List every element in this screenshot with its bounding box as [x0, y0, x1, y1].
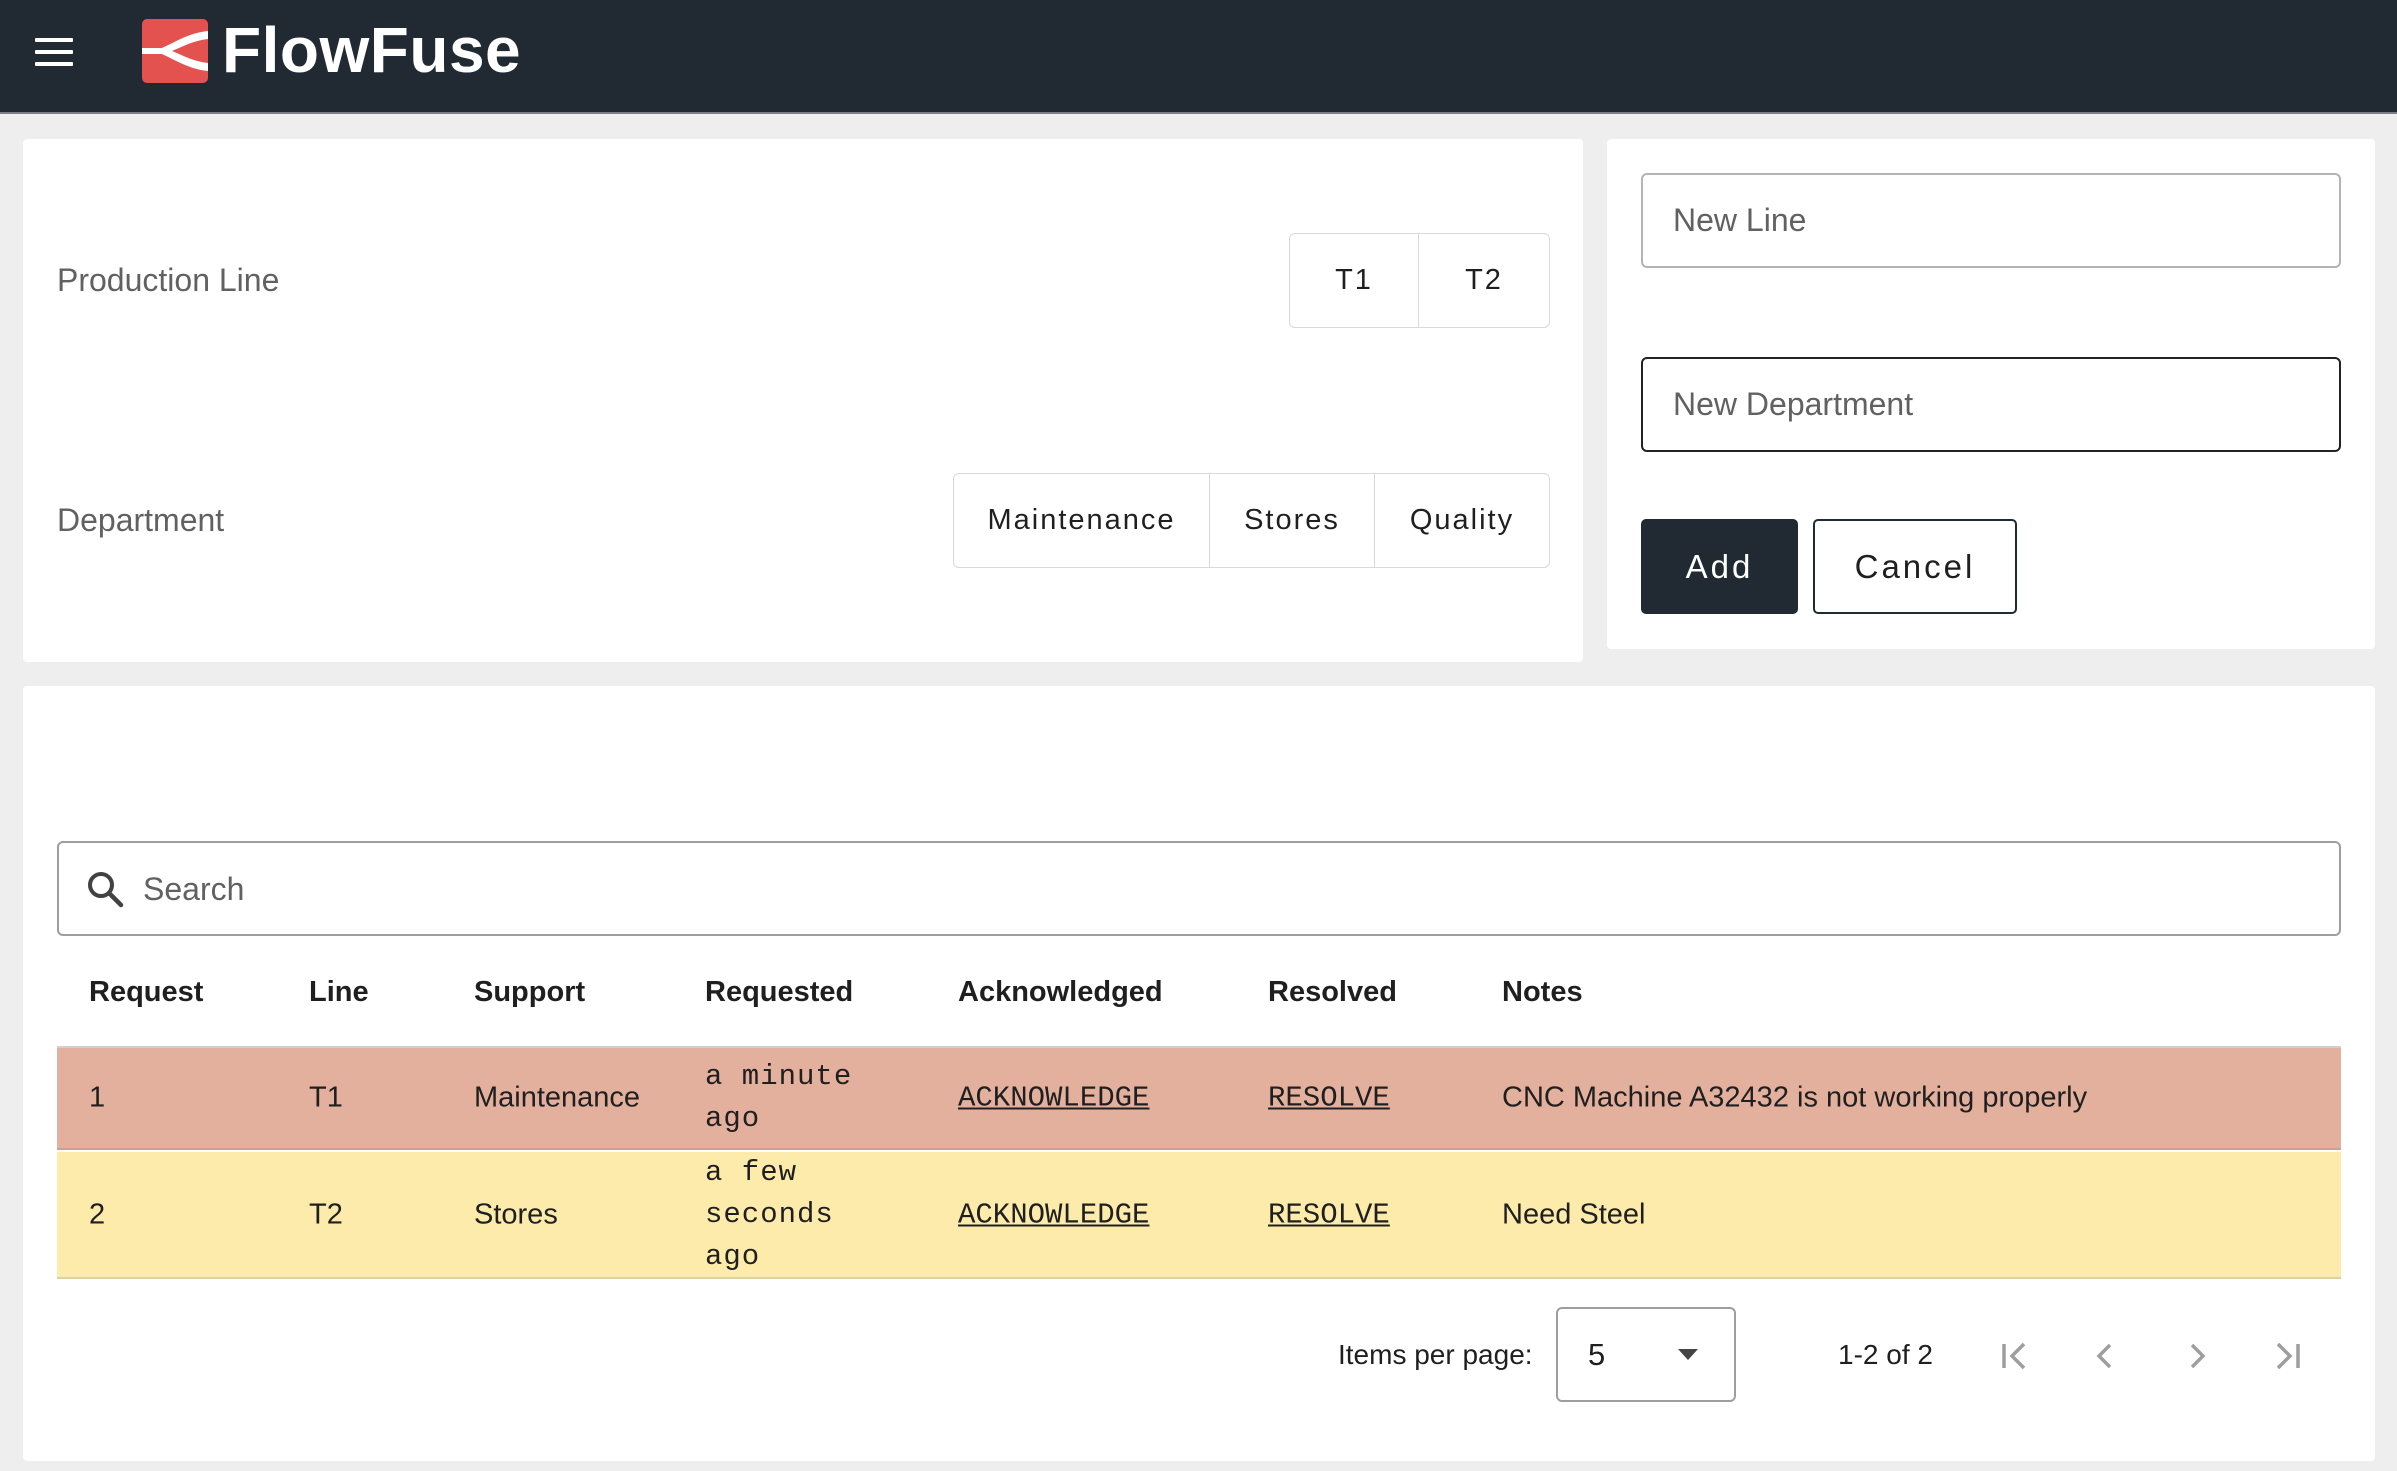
first-page-icon[interactable] — [1992, 1334, 2036, 1378]
cell-requested: a minute ago — [705, 1060, 853, 1135]
department-option-stores[interactable]: Stores — [1210, 474, 1375, 567]
cell-support: Maintenance — [474, 1081, 641, 1114]
cancel-button[interactable]: Cancel — [1813, 519, 2017, 614]
column-header-notes[interactable]: Notes — [1502, 976, 1583, 1009]
search-field[interactable] — [57, 841, 2341, 936]
cell-notes: Need Steel — [1502, 1198, 1646, 1230]
column-header-requested[interactable]: Requested — [705, 976, 853, 1009]
previous-page-icon[interactable] — [2083, 1334, 2127, 1378]
flowfuse-logo-icon — [142, 19, 208, 83]
resolve-link[interactable]: RESOLVE — [1268, 1082, 1390, 1115]
acknowledge-link[interactable]: ACKNOWLEDGE — [958, 1198, 1149, 1231]
department-option-quality[interactable]: Quality — [1375, 474, 1549, 567]
cell-notes: CNC Machine A32432 is not working proper… — [1502, 1081, 2088, 1114]
add-form-card: Add Cancel — [1607, 139, 2375, 649]
new-line-input[interactable] — [1641, 173, 2341, 268]
line-option-t1[interactable]: T1 — [1290, 234, 1419, 327]
items-per-page-select[interactable]: 5 — [1556, 1307, 1736, 1402]
line-option-t2[interactable]: T2 — [1419, 234, 1549, 327]
search-input[interactable] — [141, 851, 2321, 927]
column-header-resolved[interactable]: Resolved — [1268, 976, 1397, 1009]
selection-card: Production Line T1 T2 Department Mainten… — [23, 139, 1583, 662]
chevron-down-icon — [1678, 1349, 1698, 1360]
table-row[interactable]: 2 T2 Stores a few seconds ago ACKNOWLEDG… — [57, 1152, 2341, 1279]
cell-request: 1 — [89, 1081, 106, 1114]
new-department-input[interactable] — [1641, 357, 2341, 452]
cell-requested: a few seconds ago — [705, 1155, 834, 1273]
department-option-maintenance[interactable]: Maintenance — [954, 474, 1210, 567]
acknowledge-link[interactable]: ACKNOWLEDGE — [958, 1082, 1149, 1115]
last-page-icon[interactable] — [2266, 1334, 2310, 1378]
department-label: Department — [57, 502, 225, 538]
brand-name: FlowFuse — [222, 14, 522, 86]
cell-request: 2 — [89, 1198, 106, 1230]
cell-support: Stores — [474, 1198, 558, 1230]
production-line-toggle-group: T1 T2 — [1289, 233, 1550, 328]
items-per-page-label: Items per page: — [1338, 1339, 1533, 1370]
next-page-icon[interactable] — [2175, 1334, 2219, 1378]
hamburger-menu-icon[interactable] — [35, 38, 73, 66]
add-button[interactable]: Add — [1641, 519, 1798, 614]
department-toggle-group: Maintenance Stores Quality — [953, 473, 1550, 568]
top-app-bar: FlowFuse — [0, 0, 2397, 114]
production-line-label: Production Line — [57, 262, 280, 298]
search-icon — [88, 872, 124, 908]
table-row[interactable]: 1 T1 Maintenance a minute ago ACKNOWLEDG… — [57, 1048, 2341, 1150]
cell-line: T2 — [309, 1198, 343, 1230]
items-per-page-value: 5 — [1588, 1337, 1606, 1372]
resolve-link[interactable]: RESOLVE — [1268, 1198, 1390, 1231]
column-header-request[interactable]: Request — [89, 976, 203, 1009]
column-header-line[interactable]: Line — [309, 976, 369, 1009]
pagination-range: 1-2 of 2 — [1838, 1339, 1933, 1370]
column-header-acknowledged[interactable]: Acknowledged — [958, 976, 1163, 1009]
cell-line: T1 — [309, 1081, 343, 1114]
column-header-support[interactable]: Support — [474, 976, 585, 1009]
